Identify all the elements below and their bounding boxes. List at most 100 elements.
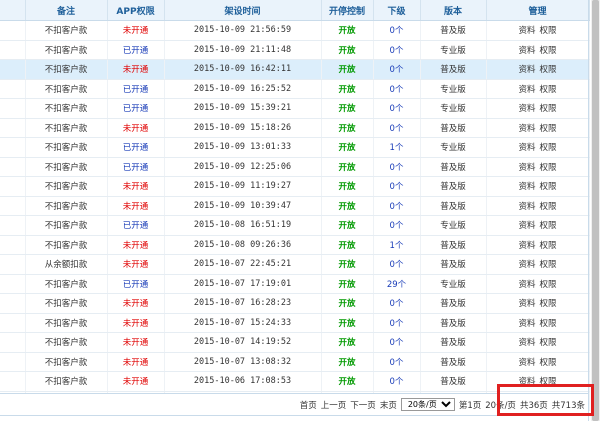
profile-link[interactable]: 资料 [518,85,535,95]
sub-level-cell[interactable]: 0个 [373,352,421,372]
open-control-cell[interactable]: 开放 [321,40,374,60]
permission-link[interactable]: 权限 [540,85,557,95]
vertical-scrollbar[interactable] [591,0,600,421]
permission-link[interactable]: 权限 [540,241,557,251]
profile-link[interactable]: 资料 [518,241,535,251]
sub-level-cell[interactable]: 0个 [373,79,421,99]
next-page-link[interactable]: 下一页 [350,399,376,411]
table-row[interactable]: 不扣客户款 未开通 2015-10-09 11:19:27 开放 0个 普及版 资料 权限 [0,176,590,197]
permission-link[interactable]: 权限 [540,202,557,212]
profile-link[interactable]: 资料 [518,65,535,75]
scrollbar-thumb[interactable] [592,0,599,421]
permission-link[interactable]: 权限 [540,104,557,114]
sub-level-cell[interactable]: 0个 [373,20,421,41]
profile-link[interactable]: 资料 [518,280,535,290]
table-row[interactable]: 不扣客户款 未开通 2015-10-07 14:19:52 开放 0个 普及版 资料 权限 [0,332,590,353]
sub-level-cell[interactable]: 0个 [373,98,421,119]
table-row[interactable]: 不扣客户款 未开通 2015-10-09 21:56:59 开放 0个 普及版 资料 权限 [0,20,590,41]
profile-link[interactable]: 资料 [518,319,535,329]
sub-level-cell[interactable]: 0个 [373,332,421,353]
table-row[interactable]: 不扣客户款 已开通 2015-10-08 16:51:19 开放 0个 专业版 资料 权限 [0,215,590,236]
open-control-cell[interactable]: 开放 [321,196,374,216]
permission-link[interactable]: 权限 [540,377,557,387]
table-row[interactable]: 从余额扣款 未开通 2015-10-07 22:45:21 开放 0个 普及版 资料 权限 [0,254,590,275]
profile-link[interactable]: 资料 [518,202,535,212]
permission-link[interactable]: 权限 [540,182,557,192]
permission-link[interactable]: 权限 [540,163,557,173]
sub-level-cell[interactable]: 0个 [373,254,421,275]
sub-level-cell[interactable]: 0个 [373,157,421,177]
table-row[interactable]: 不扣客户款 未开通 2015-10-07 13:08:32 开放 0个 普及版 资料 权限 [0,352,590,372]
profile-link[interactable]: 资料 [518,221,535,231]
profile-link[interactable]: 资料 [518,163,535,173]
table-row[interactable]: 不扣客户款 未开通 2015-10-06 17:08:53 开放 0个 普及版 资料 权限 [0,371,590,392]
permission-link[interactable]: 权限 [540,280,557,290]
table-row[interactable]: 不扣客户款 已开通 2015-10-07 17:19:01 开放 29个 专业版 资料 权限 [0,274,590,294]
sub-level-cell[interactable]: 1个 [373,235,421,255]
table-row[interactable]: 不扣客户款 已开通 2015-10-09 12:25:06 开放 0个 普及版 资料 权限 [0,157,590,177]
sub-level-cell[interactable]: 0个 [373,313,421,333]
profile-link[interactable]: 资料 [518,299,535,309]
sub-level-cell[interactable]: 0个 [373,293,421,314]
prev-page-link[interactable]: 上一页 [321,399,347,411]
open-control-cell[interactable]: 开放 [321,20,374,41]
open-control-cell[interactable]: 开放 [321,332,374,353]
open-control-cell[interactable]: 开放 [321,293,374,314]
profile-link[interactable]: 资料 [518,124,535,134]
page-size-select[interactable]: 20条/页 [400,398,455,411]
open-control-cell[interactable]: 开放 [321,235,374,255]
permission-link[interactable]: 权限 [540,65,557,75]
sub-level-cell[interactable]: 1个 [373,137,421,158]
profile-link[interactable]: 资料 [518,182,535,192]
permission-link[interactable]: 权限 [540,299,557,309]
profile-link[interactable]: 资料 [518,338,535,348]
open-control-cell[interactable]: 开放 [321,98,374,119]
profile-link[interactable]: 资料 [518,260,535,270]
profile-link[interactable]: 资料 [518,358,535,368]
table-row[interactable]: 不扣客户款 未开通 2015-10-09 16:42:11 开放 0个 普及版 资料 权限 [0,59,590,80]
permission-link[interactable]: 权限 [540,221,557,231]
permission-link[interactable]: 权限 [540,260,557,270]
table-row[interactable]: 不扣客户款 未开通 2015-10-09 15:18:26 开放 0个 普及版 资料 权限 [0,118,590,138]
permission-link[interactable]: 权限 [540,46,557,56]
open-control-cell[interactable]: 开放 [321,176,374,197]
sub-level-cell[interactable]: 0个 [373,215,421,236]
open-control-cell[interactable]: 开放 [321,254,374,275]
table-row[interactable]: 不扣客户款 已开通 2015-10-09 21:11:48 开放 0个 专业版 资料 权限 [0,40,590,60]
permission-link[interactable]: 权限 [540,124,557,134]
open-control-cell[interactable]: 开放 [321,118,374,138]
sub-level-cell[interactable]: 0个 [373,118,421,138]
open-control-cell[interactable]: 开放 [321,352,374,372]
table-row[interactable]: 不扣客户款 未开通 2015-10-09 10:39:47 开放 0个 普及版 资料 权限 [0,196,590,216]
permission-link[interactable]: 权限 [540,319,557,329]
table-row[interactable]: 不扣客户款 未开通 2015-10-07 15:24:33 开放 0个 普及版 资料 权限 [0,313,590,333]
sub-level-cell[interactable]: 0个 [373,196,421,216]
open-control-cell[interactable]: 开放 [321,274,374,294]
open-control-cell[interactable]: 开放 [321,313,374,333]
open-control-cell[interactable]: 开放 [321,215,374,236]
sub-level-cell[interactable]: 29个 [373,274,421,294]
permission-link[interactable]: 权限 [540,143,557,153]
last-page-link[interactable]: 末页 [380,399,397,411]
first-page-link[interactable]: 首页 [300,399,317,411]
profile-link[interactable]: 资料 [518,46,535,56]
permission-link[interactable]: 权限 [540,338,557,348]
sub-level-cell[interactable]: 0个 [373,59,421,80]
profile-link[interactable]: 资料 [518,104,535,114]
table-row[interactable]: 不扣客户款 已开通 2015-10-09 16:25:52 开放 0个 专业版 资料 权限 [0,79,590,99]
sub-level-cell[interactable]: 0个 [373,371,421,392]
table-row[interactable]: 不扣客户款 未开通 2015-10-07 16:28:23 开放 0个 普及版 资料 权限 [0,293,590,314]
open-control-cell[interactable]: 开放 [321,137,374,158]
sub-level-cell[interactable]: 0个 [373,176,421,197]
open-control-cell[interactable]: 开放 [321,371,374,392]
sub-level-cell[interactable]: 0个 [373,40,421,60]
open-control-cell[interactable]: 开放 [321,157,374,177]
profile-link[interactable]: 资料 [518,377,535,387]
profile-link[interactable]: 资料 [518,143,535,153]
table-row[interactable]: 不扣客户款 已开通 2015-10-09 13:01:33 开放 1个 专业版 资料 权限 [0,137,590,158]
permission-link[interactable]: 权限 [540,358,557,368]
open-control-cell[interactable]: 开放 [321,79,374,99]
permission-link[interactable]: 权限 [540,26,557,36]
profile-link[interactable]: 资料 [518,26,535,36]
table-row[interactable]: 不扣客户款 已开通 2015-10-09 15:39:21 开放 0个 专业版 资料 权限 [0,98,590,119]
